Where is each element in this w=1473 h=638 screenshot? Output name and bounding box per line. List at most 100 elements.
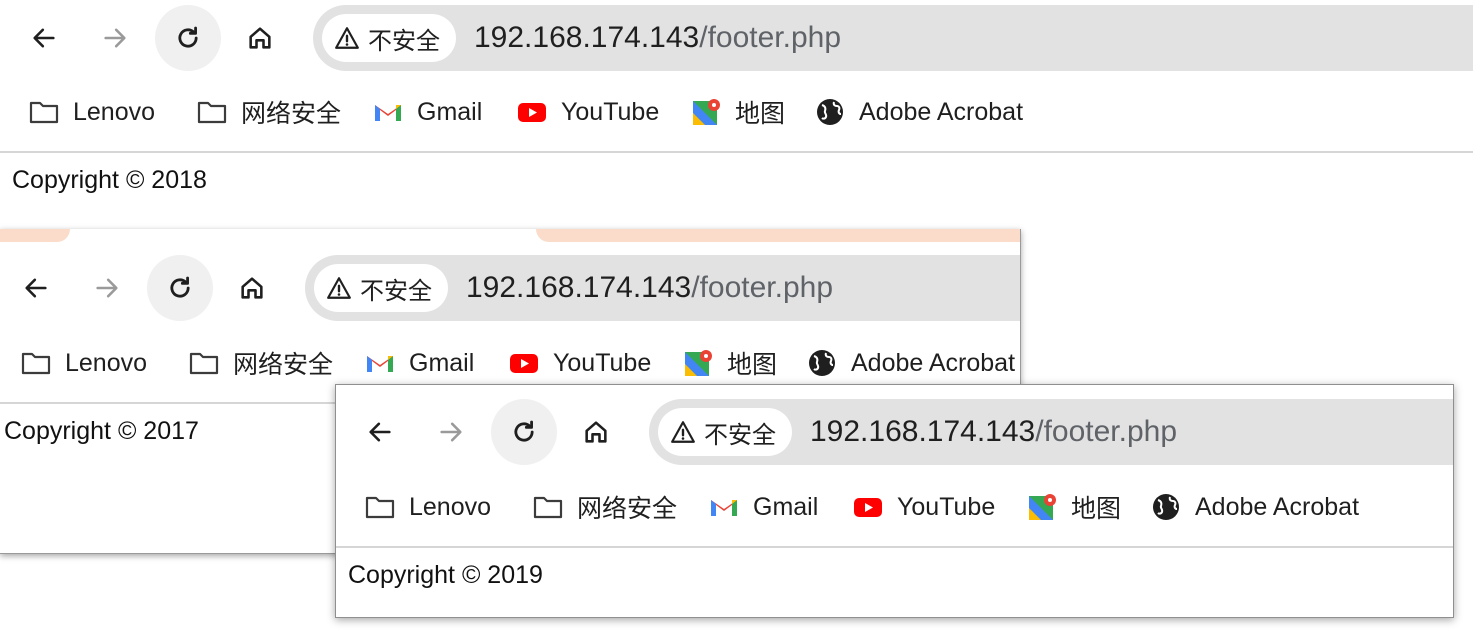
bookmark-label: YouTube [897,492,996,521]
security-chip[interactable]: 不安全 [322,14,456,62]
maps-icon [689,97,723,127]
bookmark-label: 地图 [735,100,786,128]
arrow-left-icon [33,28,55,48]
folder-icon [531,492,565,522]
bookmark-maps[interactable]: 地图 [1025,482,1121,532]
folder-icon [187,348,221,378]
security-chip-label: 不安全 [368,27,440,55]
reload-button[interactable] [491,399,557,465]
maps-icon [681,348,715,378]
arrow-right-icon [104,28,126,48]
forward-button[interactable] [82,5,148,71]
url-path: /footer.php [1035,415,1178,448]
reload-icon [170,276,190,298]
address-bar[interactable]: 不安全 192.168.174.143/footer.php [305,255,1020,321]
toolbar-divider [336,546,1453,548]
bookmark-network-security[interactable]: 网络安全 [187,338,333,388]
security-chip[interactable]: 不安全 [314,264,448,312]
folder-icon [27,97,61,127]
bookmark-label: Lenovo [65,348,148,377]
bookmarks-bar: Lenovo 网络安全 Gmail YouTube 地图 Adobe Acrob… [336,482,1453,532]
bookmark-label: 地图 [727,351,778,379]
url-path: /footer.php [691,271,834,304]
url-text[interactable]: 192.168.174.143/footer.php [810,399,1177,465]
bookmark-label: 地图 [1071,495,1122,523]
forward-button[interactable] [74,255,140,321]
globe-icon [813,97,847,127]
footer-copyright: Copyright © 2017 [4,417,199,445]
forward-button[interactable] [418,399,484,465]
bookmark-label: Gmail [753,492,819,521]
bookmark-youtube[interactable]: YouTube [507,338,651,388]
bookmark-gmail[interactable]: Gmail [371,87,482,137]
bookmark-label: 网络安全 [577,495,678,523]
tab-strip [0,229,1020,242]
home-icon [585,421,607,443]
reload-button[interactable] [147,255,213,321]
bookmark-label: Lenovo [409,492,492,521]
security-chip-label: 不安全 [360,277,432,305]
bookmark-label: 网络安全 [233,351,334,379]
youtube-icon [507,348,541,378]
address-bar[interactable]: 不安全 192.168.174.143/footer.php [649,399,1453,465]
home-button[interactable] [219,255,285,321]
bookmark-adobe-acrobat[interactable]: Adobe Acrobat [1149,482,1359,532]
reload-icon [514,420,534,442]
browser-toolbar: 不安全 192.168.174.143/footer.php [0,5,1473,75]
bookmark-youtube[interactable]: YouTube [515,87,659,137]
reload-button[interactable] [155,5,221,71]
back-button[interactable] [11,5,77,71]
bookmark-label: Gmail [417,97,483,126]
browser-window-2018: 不安全 192.168.174.143/footer.php Lenovo 网络… [0,0,1473,230]
url-path: /footer.php [699,21,842,54]
globe-icon [1149,492,1183,522]
security-chip[interactable]: 不安全 [658,408,792,456]
bookmark-network-security[interactable]: 网络安全 [195,87,341,137]
toolbar-divider [0,151,1473,153]
footer-copyright: Copyright © 2019 [348,561,543,589]
bookmark-lenovo[interactable]: Lenovo [363,482,491,532]
home-icon [241,277,263,299]
arrow-left-icon [369,422,391,442]
youtube-icon [851,492,885,522]
bookmark-gmail[interactable]: Gmail [707,482,818,532]
browser-toolbar: 不安全 192.168.174.143/footer.php [0,255,1020,325]
warning-icon [671,421,695,443]
bookmark-adobe-acrobat[interactable]: Adobe Acrobat [805,338,1015,388]
maps-icon [1025,492,1059,522]
back-button[interactable] [347,399,413,465]
bookmark-label: Lenovo [73,97,156,126]
home-icon [249,27,271,49]
bookmark-adobe-acrobat[interactable]: Adobe Acrobat [813,87,1023,137]
back-button[interactable] [3,255,69,321]
bookmark-gmail[interactable]: Gmail [363,338,474,388]
bookmark-label: YouTube [561,97,660,126]
bookmark-label: Adobe Acrobat [859,97,1024,126]
folder-icon [363,492,397,522]
address-bar[interactable]: 不安全 192.168.174.143/footer.php [313,5,1473,71]
security-chip-label: 不安全 [704,421,776,449]
bookmark-youtube[interactable]: YouTube [851,482,995,532]
bookmark-network-security[interactable]: 网络安全 [531,482,677,532]
bookmark-lenovo[interactable]: Lenovo [19,338,147,388]
url-text[interactable]: 192.168.174.143/footer.php [474,5,841,71]
browser-window-2019: 不安全 192.168.174.143/footer.php Lenovo 网络… [335,384,1454,618]
warning-icon [335,27,359,49]
bookmark-lenovo[interactable]: Lenovo [27,87,155,137]
tab-accent [536,229,1020,242]
home-button[interactable] [563,399,629,465]
tab-accent [0,229,70,242]
gmail-icon [707,492,741,522]
bookmarks-bar: Lenovo 网络安全 Gmail YouTube 地图 Adobe Acrob… [0,87,1473,137]
bookmark-label: Adobe Acrobat [1195,492,1360,521]
url-host: 192.168.174.143 [466,271,692,304]
bookmark-label: Gmail [409,348,475,377]
home-button[interactable] [227,5,293,71]
bookmark-maps[interactable]: 地图 [689,87,785,137]
bookmark-maps[interactable]: 地图 [681,338,777,388]
folder-icon [19,348,53,378]
gmail-icon [363,348,397,378]
url-text[interactable]: 192.168.174.143/footer.php [466,255,833,321]
folder-icon [195,97,229,127]
bookmark-label: YouTube [553,348,652,377]
